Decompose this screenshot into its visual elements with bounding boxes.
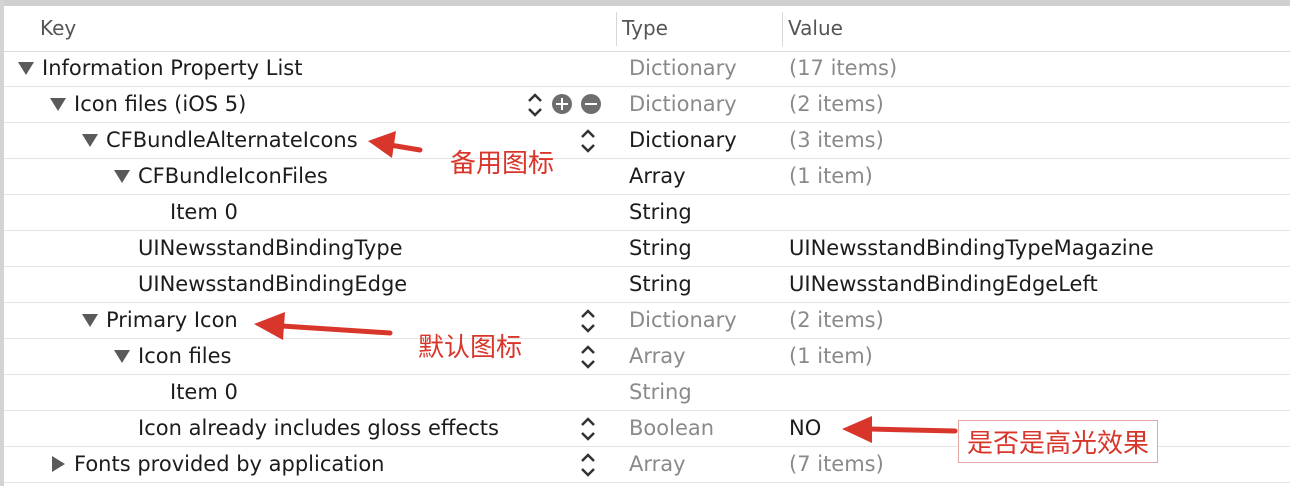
type-stepper-icon[interactable] <box>579 127 597 155</box>
column-header: Key Type Value <box>4 6 1290 52</box>
row-value[interactable]: UINewsstandBindingTypeMagazine <box>789 236 1154 260</box>
row-key: UINewsstandBindingType <box>138 236 403 260</box>
header-separator <box>782 12 783 46</box>
disclosure-triangle-expanded-icon[interactable] <box>114 350 130 363</box>
row-value[interactable]: UINewsstandBindingEdgeLeft <box>789 272 1098 296</box>
row-key: Fonts provided by application <box>74 452 385 476</box>
row-value: (2 items) <box>789 308 884 332</box>
row-type[interactable]: String <box>629 272 692 296</box>
plist-row[interactable]: CFBundleAlternateIcons Dictionary (3 ite… <box>4 123 1290 159</box>
row-key: Icon files (iOS 5) <box>74 92 247 116</box>
row-value: (1 item) <box>789 344 873 368</box>
row-type[interactable]: String <box>629 380 692 404</box>
row-key: Icon already includes gloss effects <box>138 416 499 440</box>
disclosure-triangle-expanded-icon[interactable] <box>82 134 98 147</box>
row-key: CFBundleAlternateIcons <box>106 128 358 152</box>
row-value[interactable]: NO <box>789 416 821 440</box>
remove-item-icon[interactable] <box>581 94 601 114</box>
type-stepper-icon[interactable] <box>579 343 597 371</box>
disclosure-triangle-expanded-icon[interactable] <box>50 98 66 111</box>
row-value: (3 items) <box>789 128 884 152</box>
plist-row[interactable]: UINewsstandBindingEdge String UINewsstan… <box>4 267 1290 303</box>
row-type[interactable]: String <box>629 200 692 224</box>
plist-row[interactable]: Information Property List Dictionary (17… <box>4 51 1290 87</box>
header-key[interactable]: Key <box>40 16 76 40</box>
disclosure-triangle-collapsed-icon[interactable] <box>52 456 65 472</box>
plist-row[interactable]: CFBundleIconFiles Array (1 item) <box>4 159 1290 195</box>
row-type[interactable]: Dictionary <box>629 128 737 152</box>
disclosure-triangle-expanded-icon[interactable] <box>82 314 98 327</box>
header-value[interactable]: Value <box>788 16 843 40</box>
row-type[interactable]: Dictionary <box>629 308 737 332</box>
row-type[interactable]: String <box>629 236 692 260</box>
plist-row[interactable]: Icon files Array (1 item) <box>4 339 1290 375</box>
plist-row[interactable]: Item 0 String <box>4 375 1290 411</box>
disclosure-triangle-expanded-icon[interactable] <box>18 62 34 75</box>
row-key: Item 0 <box>170 380 238 404</box>
annotation-alternate-icons: 备用图标 <box>450 149 555 179</box>
row-key: Icon files <box>138 344 232 368</box>
row-value: (7 items) <box>789 452 884 476</box>
row-key: CFBundleIconFiles <box>138 164 328 188</box>
plist-row[interactable]: Primary Icon Dictionary (2 items) <box>4 303 1290 339</box>
row-key: Item 0 <box>170 200 238 224</box>
row-type[interactable]: Array <box>629 164 686 188</box>
row-key: UINewsstandBindingEdge <box>138 272 408 296</box>
disclosure-triangle-expanded-icon[interactable] <box>114 170 130 183</box>
annotation-gloss: 是否是高光效果 <box>958 420 1159 463</box>
type-stepper-icon[interactable] <box>579 451 597 479</box>
row-value: (1 item) <box>789 164 873 188</box>
row-value: (2 items) <box>789 92 884 116</box>
header-separator <box>616 12 617 46</box>
row-type[interactable]: Array <box>629 344 686 368</box>
row-value: (17 items) <box>789 56 898 80</box>
type-stepper-icon[interactable] <box>579 415 597 443</box>
row-type[interactable]: Array <box>629 452 686 476</box>
row-key: Primary Icon <box>106 308 238 332</box>
header-type[interactable]: Type <box>622 16 668 40</box>
row-type[interactable]: Dictionary <box>629 56 737 80</box>
type-stepper-icon[interactable] <box>579 307 597 335</box>
row-key: Information Property List <box>42 56 303 80</box>
annotation-primary-icon: 默认图标 <box>418 333 523 363</box>
add-item-icon[interactable] <box>552 94 572 114</box>
row-type[interactable]: Boolean <box>629 416 714 440</box>
plist-row[interactable]: UINewsstandBindingType String UINewsstan… <box>4 231 1290 267</box>
type-stepper-icon[interactable] <box>526 91 544 119</box>
plist-row[interactable]: Item 0 String <box>4 195 1290 231</box>
plist-row[interactable]: Icon files (iOS 5) Dictionary (2 items) <box>4 87 1290 123</box>
row-type[interactable]: Dictionary <box>629 92 737 116</box>
